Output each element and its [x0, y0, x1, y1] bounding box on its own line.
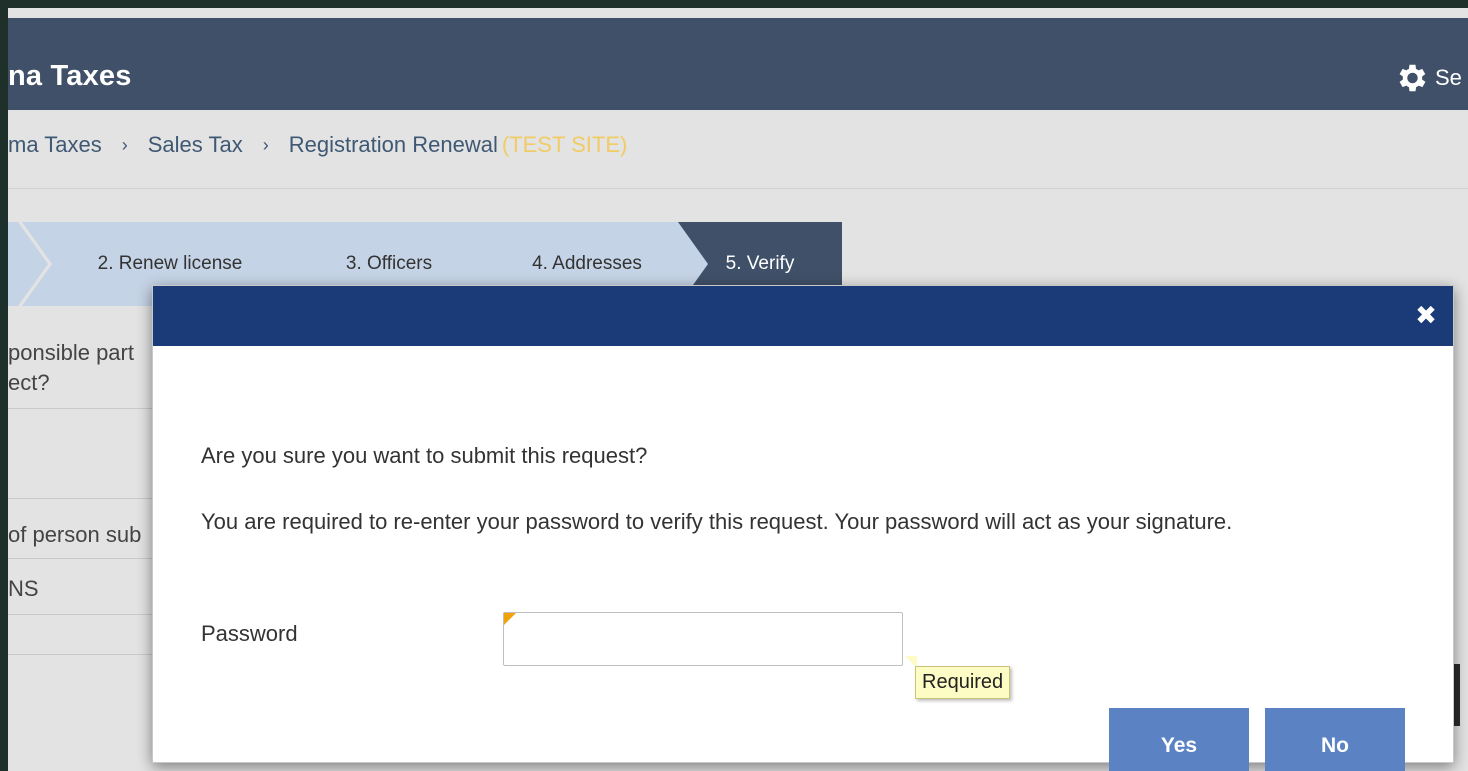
top-header-bar: na Taxes Se — [8, 18, 1468, 110]
bg-question-label: ponsible part ect? — [8, 340, 134, 395]
chevron-right-icon: › — [262, 134, 269, 155]
yes-button[interactable]: Yes — [1109, 708, 1249, 771]
wizard-step-label: 5. Verify — [725, 253, 795, 274]
divider — [8, 408, 168, 409]
close-icon[interactable]: ✖ — [1413, 300, 1439, 330]
dialog-instruction: You are required to re-enter your passwo… — [201, 509, 1233, 534]
divider — [8, 188, 1468, 189]
bg-field-value: NS — [8, 576, 39, 601]
password-label: Password — [201, 621, 298, 646]
dialog-question: Are you sure you want to submit this req… — [201, 443, 648, 468]
breadcrumb-item-home[interactable]: ma Taxes — [8, 132, 102, 158]
breadcrumb-item-sales-tax[interactable]: Sales Tax — [148, 132, 243, 158]
settings-label: Se — [1435, 65, 1462, 90]
dialog-header: ✖ — [153, 286, 1453, 346]
wizard-step-label: 2. Renew license — [97, 253, 243, 274]
confirm-dialog: ✖ Are you sure you want to submit this r… — [152, 285, 1454, 771]
divider — [8, 654, 168, 655]
breadcrumb-item-registration-renewal: Registration Renewal — [288, 132, 498, 157]
required-tooltip: Required — [915, 666, 1011, 699]
wizard-step-label: 4. Addresses — [532, 253, 642, 274]
gear-icon — [1399, 64, 1426, 92]
chevron-right-icon: › — [121, 134, 128, 155]
required-indicator — [504, 613, 516, 625]
app-title: na Taxes — [8, 60, 132, 92]
divider — [8, 558, 168, 559]
bg-field-label: of person sub — [8, 522, 142, 547]
divider — [8, 498, 168, 499]
divider — [8, 614, 168, 615]
password-input[interactable] — [503, 612, 903, 666]
settings-button[interactable]: Se — [1393, 60, 1462, 96]
wizard-step-label: 3. Officers — [345, 253, 433, 274]
no-button[interactable]: No — [1265, 708, 1405, 771]
breadcrumb: ma Taxes › Sales Tax › Registration Rene… — [8, 132, 627, 158]
test-site-badge: (TEST SITE) — [501, 132, 628, 157]
